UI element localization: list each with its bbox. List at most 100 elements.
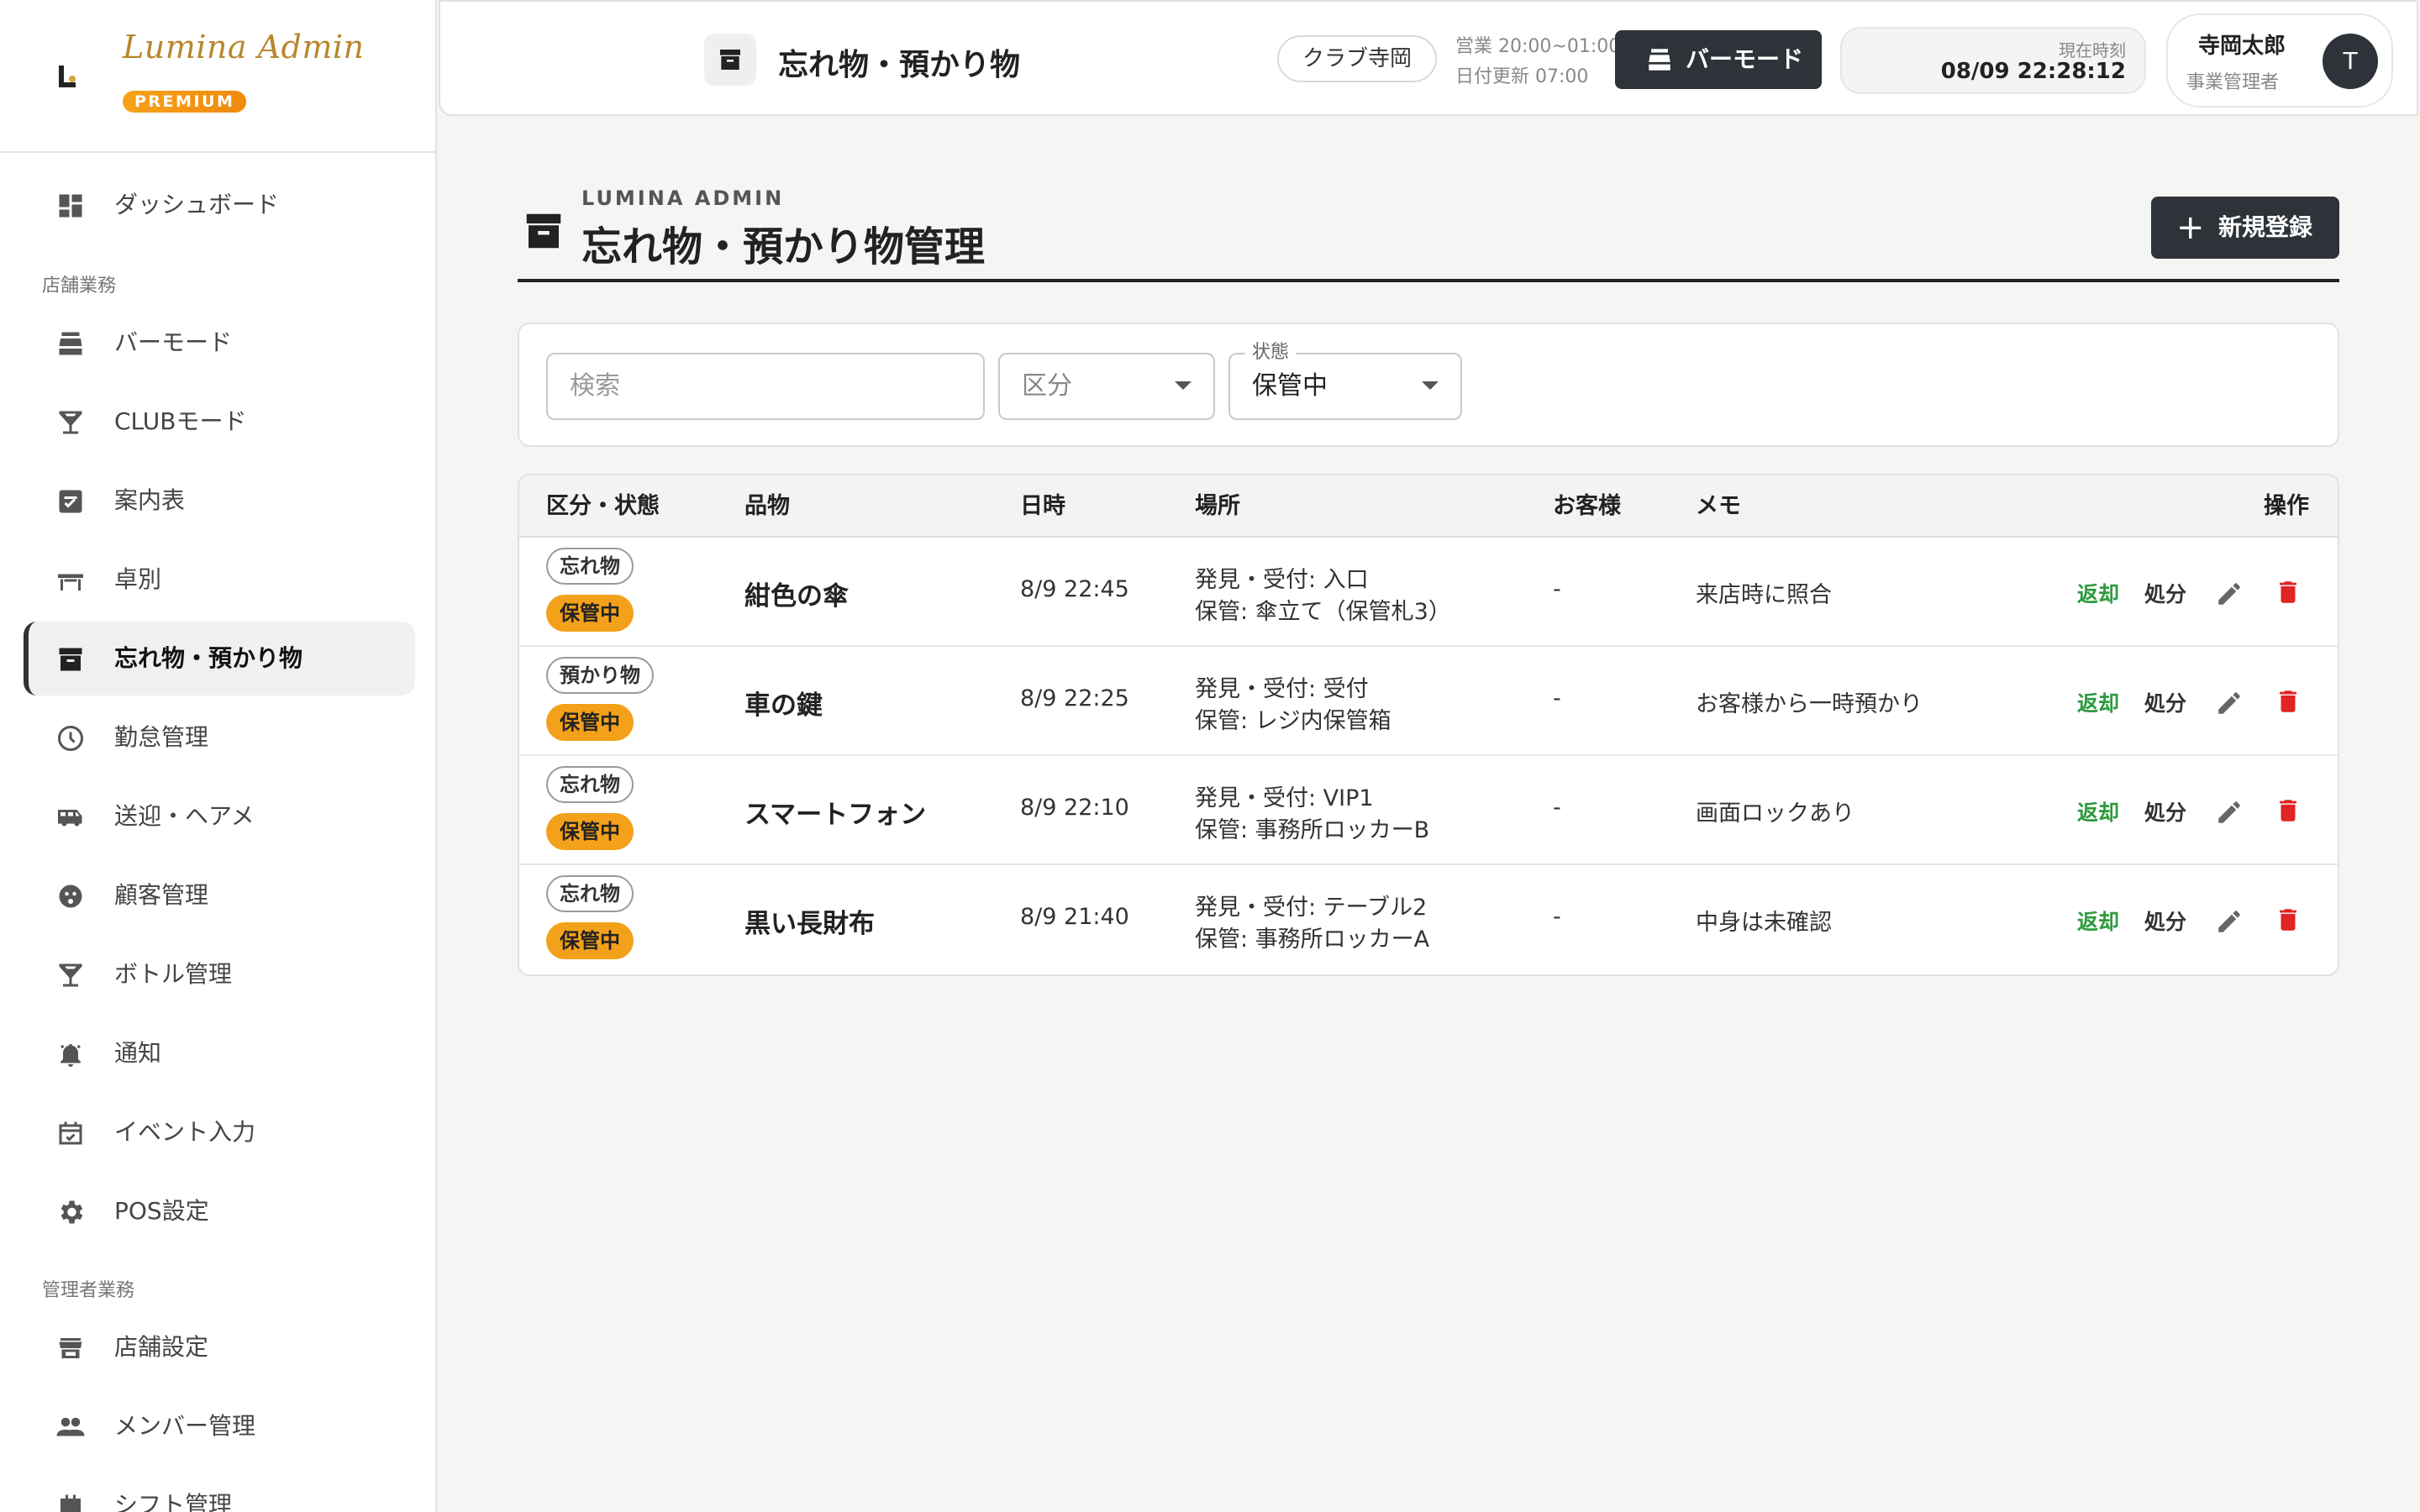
item-customer: - [1553, 904, 1561, 930]
sidebar-item-label: ボトル管理 [114, 960, 233, 988]
item-memo: お客様から一時預かり [1696, 691, 1923, 717]
item-storage-location: 保管: レジ内保管箱 [1195, 708, 1392, 734]
status-badge: 保管中 [546, 595, 634, 632]
logo-mark-icon [59, 66, 77, 87]
sidebar-item-customers[interactable]: 顧客管理 [24, 858, 415, 932]
clock-value: 08/09 22:28:12 [1940, 59, 2126, 84]
status-select[interactable]: 状態 保管中 [1228, 341, 1462, 420]
sidebar-item-pos-settings[interactable]: POS設定 [24, 1174, 415, 1248]
item-storage-location: 保管: 傘立て（保管札3） [1195, 599, 1451, 625]
sidebar-item-members[interactable]: メンバー管理 [24, 1389, 415, 1463]
title-icon-wrap [704, 34, 756, 86]
item-datetime: 8/9 21:40 [1020, 904, 1129, 930]
clock-label: 現在時刻 [2059, 40, 2126, 60]
user-name: 寺岡太郎 [2198, 34, 2286, 59]
header-memo: メモ [1696, 493, 1741, 519]
item-datetime: 8/9 22:10 [1020, 795, 1129, 821]
cocktail-icon [59, 411, 82, 434]
sidebar-item-shifts[interactable]: シフト管理 [24, 1468, 415, 1512]
status-select-value: 保管中 [1252, 371, 1328, 401]
sidebar: Lumina Admin PREMIUM ダッシュボード 店舗業務 バーモード … [0, 0, 437, 1512]
sidebar-item-guide[interactable]: 案内表 [24, 464, 415, 538]
sidebar-item-attendance[interactable]: 勤怠管理 [24, 701, 415, 774]
barmode-label: バーモード [1686, 45, 1804, 73]
cocktail-icon [59, 963, 82, 987]
store-selector-chip[interactable]: クラブ寺岡 [1277, 35, 1438, 82]
sidebar-item-pickup[interactable]: 送迎・ヘアメ [24, 780, 415, 853]
item-found-location: 発見・受付: VIP1 [1195, 785, 1374, 811]
item-memo: 画面ロックあり [1696, 801, 1854, 827]
avatar: T [2323, 34, 2378, 89]
sidebar-item-label: 案内表 [114, 486, 186, 514]
dispose-button[interactable]: 処分 [2144, 687, 2186, 717]
face-icon [59, 885, 82, 908]
sidebar-item-label: 送迎・ヘアメ [114, 802, 255, 830]
register-icon [1649, 49, 1670, 71]
item-memo: 中身は未確認 [1696, 910, 1832, 936]
sidebar-item-label: メンバー管理 [114, 1412, 256, 1440]
trash-icon[interactable] [2274, 906, 2302, 934]
edit-pencil-icon[interactable] [2215, 907, 2244, 936]
clock-icon [58, 726, 83, 751]
return-button[interactable]: 返却 [2077, 578, 2119, 608]
people-icon [56, 1417, 85, 1436]
checklist-icon [59, 490, 82, 513]
new-entry-label: 新規登録 [2218, 213, 2313, 241]
register-icon [59, 332, 82, 355]
header-item: 品物 [744, 493, 790, 519]
item-found-location: 発見・受付: テーブル2 [1195, 895, 1428, 921]
archive-icon [720, 50, 740, 70]
item-storage-location: 保管: 事務所ロッカーB [1195, 817, 1430, 843]
barmode-button[interactable]: バーモード [1615, 30, 1822, 89]
table-row: 忘れ物 保管中 スマートフォン 8/9 22:10 発見・受付: VIP1 保管… [519, 756, 2338, 865]
category-select-value: 区分 [1022, 371, 1072, 401]
edit-pencil-icon[interactable] [2215, 798, 2244, 827]
new-entry-button[interactable]: + 新規登録 [2151, 197, 2339, 259]
business-hours: 営業 20:00~01:00 日付更新 07:00 [1455, 32, 1620, 92]
sidebar-item-dashboard[interactable]: ダッシュボード [24, 168, 415, 242]
sidebar-item-tables[interactable]: 卓別 [24, 543, 415, 617]
sidebar-item-bottles[interactable]: ボトル管理 [24, 937, 415, 1011]
sidebar-item-club-mode[interactable]: CLUBモード [24, 385, 415, 459]
table-row: 預かり物 保管中 車の鍵 8/9 22:25 発見・受付: 受付 保管: レジ内… [519, 647, 2338, 756]
search-input[interactable]: 検索 [546, 353, 985, 420]
dispose-button[interactable]: 処分 [2144, 578, 2186, 608]
edit-pencil-icon[interactable] [2215, 580, 2244, 608]
sidebar-item-barmode[interactable]: バーモード [24, 306, 415, 380]
trash-icon[interactable] [2274, 578, 2302, 606]
sidebar-item-label: 勤怠管理 [114, 723, 209, 751]
trash-icon[interactable] [2274, 687, 2302, 716]
brand-name: Lumina Admin [123, 29, 365, 66]
category-select[interactable]: 区分 [998, 353, 1215, 420]
user-menu[interactable]: 寺岡太郎 事業管理者 T [2166, 13, 2393, 108]
header-location: 場所 [1195, 493, 1240, 519]
title-divider [518, 279, 2339, 282]
item-name: スマートフォン [744, 800, 927, 830]
sidebar-item-notifications[interactable]: 通知 [24, 1016, 415, 1090]
item-found-location: 発見・受付: 受付 [1195, 676, 1369, 702]
sidebar-item-lost-found[interactable]: 忘れ物・預かり物 [24, 622, 415, 696]
edit-pencil-icon[interactable] [2215, 689, 2244, 717]
sidebar-item-store-settings[interactable]: 店舗設定 [24, 1310, 415, 1384]
business-hours-text: 営業 20:00~01:00 [1455, 36, 1621, 57]
user-role: 事業管理者 [2186, 72, 2280, 93]
sidebar-item-label: シフト管理 [114, 1491, 233, 1512]
items-table: 区分・状態 品物 日時 場所 お客様 メモ 操作 忘れ物 保管中 紺色の傘 8/… [518, 474, 2339, 976]
current-time: 現在時刻 08/09 22:28:12 [1840, 27, 2146, 94]
header-category-status: 区分・状態 [546, 493, 660, 519]
dispose-button[interactable]: 処分 [2144, 796, 2186, 827]
sidebar-item-events[interactable]: イベント入力 [24, 1095, 415, 1169]
sidebar-item-label: ダッシュボード [114, 191, 280, 218]
item-datetime: 8/9 22:25 [1020, 685, 1129, 711]
return-button[interactable]: 返却 [2077, 687, 2119, 717]
plus-icon: + [2176, 208, 2205, 247]
status-badge: 保管中 [546, 813, 634, 850]
table-header: 区分・状態 品物 日時 場所 お客様 メモ 操作 [519, 475, 2338, 538]
return-button[interactable]: 返却 [2077, 796, 2119, 827]
return-button[interactable]: 返却 [2077, 906, 2119, 936]
trash-icon[interactable] [2274, 796, 2302, 825]
calendar-icon [60, 1494, 81, 1512]
caret-down-icon [1422, 381, 1439, 390]
table-row: 忘れ物 保管中 黒い長財布 8/9 21:40 発見・受付: テーブル2 保管:… [519, 865, 2338, 974]
dispose-button[interactable]: 処分 [2144, 906, 2186, 936]
